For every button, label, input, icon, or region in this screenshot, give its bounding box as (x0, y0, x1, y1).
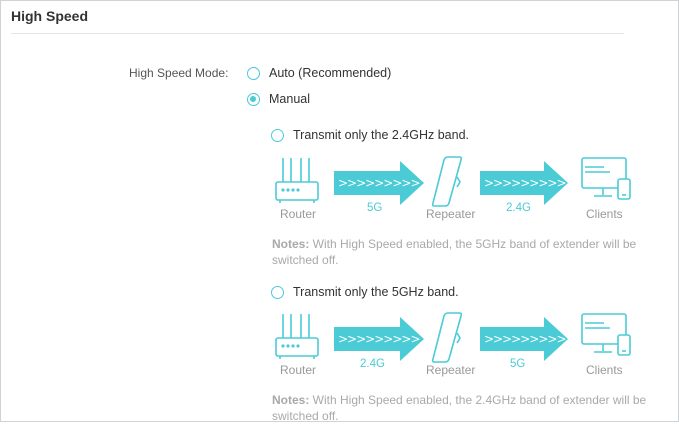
transmit-5g-label: Transmit only the 5GHz band. (293, 285, 459, 299)
signal-arrow-in-icon: >>>>>>>>> (334, 161, 424, 205)
mode-option-manual-label: Manual (269, 92, 310, 106)
mode-option-auto[interactable]: Auto (Recommended) (247, 66, 391, 80)
radio-transmit-5g[interactable] (271, 285, 284, 299)
signal-arrow-in-icon: >>>>>>>>> (334, 317, 424, 361)
signal-arrow-out-icon: >>>>>>>>> (480, 317, 568, 361)
band-in-label: 2.4G (360, 358, 385, 370)
notes-5g-text: With High Speed enabled, the 2.4GHz band… (272, 393, 647, 423)
radio-manual[interactable] (247, 92, 260, 106)
section-title: High Speed (11, 8, 89, 24)
repeater-icon (431, 312, 463, 363)
radio-auto[interactable] (247, 66, 260, 80)
diagram-5g: >>>>>>>>> >>>>>>>>> Router 2.4G Repeater… (272, 311, 652, 381)
router-icon (275, 158, 319, 203)
notes-5g-prefix: Notes: (272, 393, 310, 407)
signal-arrow-out-icon: >>>>>>>>> (480, 161, 568, 205)
repeater-label: Repeater (426, 207, 476, 221)
clients-label: Clients (586, 363, 623, 377)
router-icon (275, 314, 319, 359)
notes-2g-prefix: Notes: (272, 237, 310, 251)
notes-5g: Notes: With High Speed enabled, the 2.4G… (272, 392, 672, 424)
router-label: Router (280, 363, 317, 377)
radio-transmit-2g[interactable] (271, 128, 284, 142)
notes-2g-text: With High Speed enabled, the 5GHz band o… (272, 237, 637, 267)
repeater-icon (431, 156, 463, 207)
transmit-5g-option[interactable]: Transmit only the 5GHz band. (271, 285, 459, 299)
band-out-label: 2.4G (506, 202, 531, 214)
transmit-2g-label: Transmit only the 2.4GHz band. (293, 128, 470, 142)
mode-option-auto-label: Auto (Recommended) (269, 66, 392, 80)
title-divider (11, 33, 624, 34)
clients-icon (581, 313, 631, 356)
clients-icon (581, 157, 631, 200)
transmit-2g-option[interactable]: Transmit only the 2.4GHz band. (271, 128, 469, 142)
repeater-label: Repeater (426, 363, 476, 377)
band-in-label: 5G (367, 202, 383, 214)
diagram-2g: >>>>>>>>> >>>>>>>>> Router 5G Repeater 2… (272, 155, 652, 225)
svg-text:>>>>>>>>>: >>>>>>>>> (338, 176, 420, 190)
band-out-label: 5G (510, 358, 526, 370)
clients-label: Clients (586, 207, 623, 221)
svg-text:>>>>>>>>>: >>>>>>>>> (484, 332, 566, 346)
high-speed-mode-label: High Speed Mode: (129, 66, 229, 80)
mode-option-manual[interactable]: Manual (247, 92, 310, 106)
svg-text:>>>>>>>>>: >>>>>>>>> (338, 332, 420, 346)
router-label: Router (280, 207, 317, 221)
notes-2g: Notes: With High Speed enabled, the 5GHz… (272, 236, 672, 268)
svg-text:>>>>>>>>>: >>>>>>>>> (484, 176, 566, 190)
